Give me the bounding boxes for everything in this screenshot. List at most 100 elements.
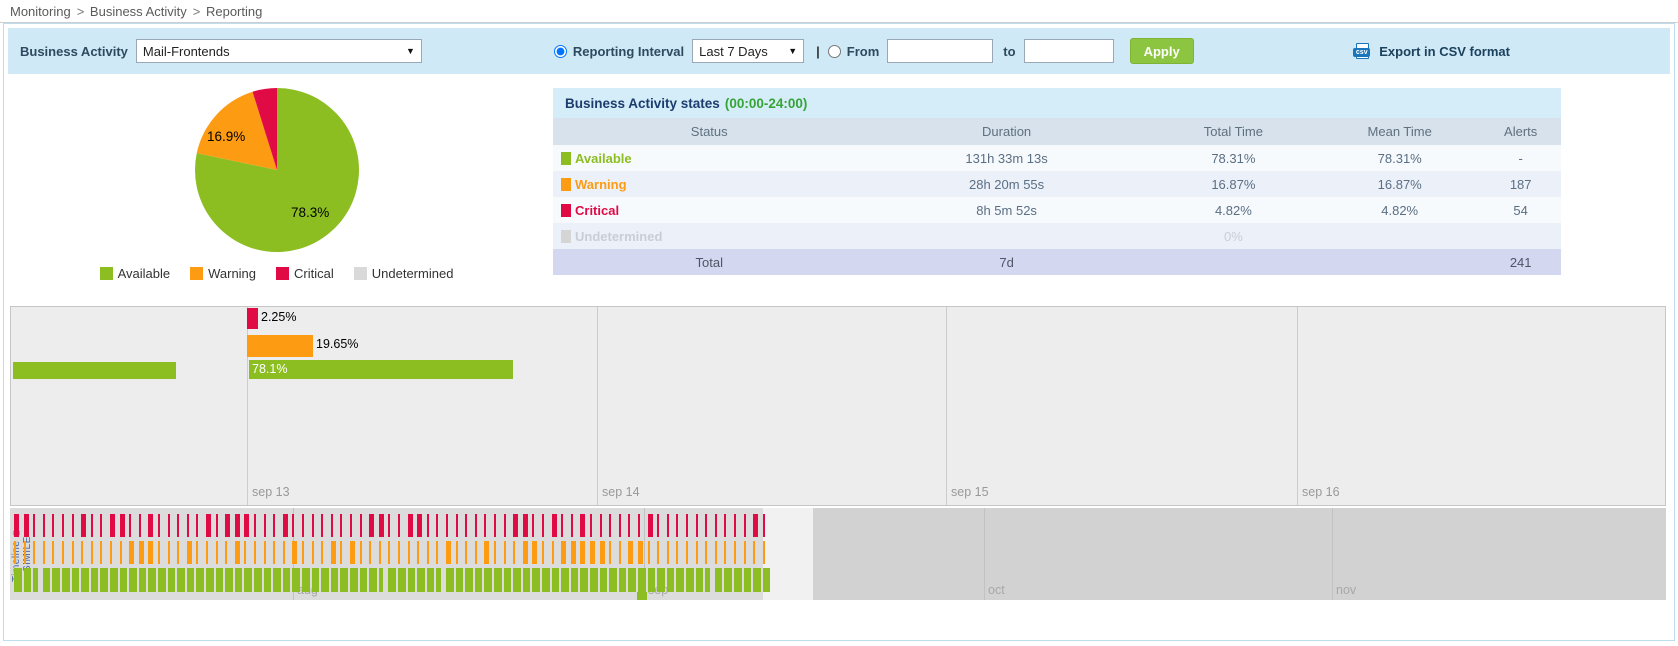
timeline-tick (542, 541, 544, 564)
timeline-tick (235, 541, 240, 564)
export-csv-button[interactable]: csv Export in CSV format (1353, 43, 1510, 59)
day-label: sep 14 (602, 485, 640, 499)
timeline-tick (264, 514, 266, 537)
pie-available-label: 78.3% (291, 205, 329, 220)
timeline-tick (91, 568, 99, 592)
timeline-tick (43, 541, 45, 564)
timeline-tick (753, 514, 758, 537)
business-activity-select[interactable]: Mail-Frontends ▼ (136, 39, 422, 63)
timeline-tick (763, 514, 765, 537)
timeline-tick (657, 541, 659, 564)
total-total-time-cell (1148, 249, 1319, 275)
timeline-tick (196, 541, 198, 564)
timeline-tick (81, 568, 89, 592)
timeline-tick (139, 568, 147, 592)
chevron-down-icon: ▼ (406, 46, 415, 56)
apply-button[interactable]: Apply (1130, 38, 1194, 64)
legend-item-critical: Critical (276, 266, 334, 281)
timeline-tick (686, 568, 694, 592)
breadcrumb-business-activity[interactable]: Business Activity (90, 4, 187, 19)
reporting-interval-radio[interactable] (554, 45, 567, 58)
pie-legend: AvailableWarningCriticalUndetermined (0, 266, 553, 281)
from-date-input[interactable] (887, 39, 993, 63)
timeline-tick (254, 514, 256, 537)
timeline-tick (744, 541, 746, 564)
timeline-window-edge (763, 508, 813, 600)
timeline-tick (484, 568, 492, 592)
timeline-tick (465, 514, 467, 537)
timeline-tick (552, 541, 554, 564)
duration-cell: 131h 33m 13s (865, 145, 1147, 171)
timeline-tick (686, 514, 688, 537)
timeline-tick (52, 568, 60, 592)
timeline-tick (456, 568, 464, 592)
timeline-tick (273, 514, 275, 537)
timeline-tick (350, 541, 355, 564)
timeline-tick (619, 541, 621, 564)
timeline-tick (638, 541, 643, 564)
timeline-tick (657, 514, 659, 537)
timeline-tick (52, 541, 54, 564)
interval-group: Reporting Interval Last 7 Days ▼ | From … (554, 38, 1194, 64)
timeline-tick (369, 568, 377, 592)
timeline-tick (465, 541, 467, 564)
timeline-tick (33, 541, 35, 564)
total-time-cell: 78.31% (1148, 145, 1319, 171)
timeline-bar-value-label: 78.1% (252, 362, 287, 376)
timeline-tick (705, 514, 707, 537)
timeline-tick (292, 541, 297, 564)
timeline-tick (763, 541, 765, 564)
timeline-tick (43, 568, 51, 592)
timeline-tick (273, 541, 275, 564)
timeline-tick (494, 514, 496, 537)
timeline-tick (744, 514, 746, 537)
timeline-tick (494, 541, 496, 564)
status-cell: Warning (553, 171, 865, 197)
breadcrumb: Monitoring> Business Activity> Reporting (0, 0, 1678, 23)
timeline-tick (360, 514, 362, 537)
timeline-bar-available-previous-interval- (13, 362, 176, 379)
timeline-tick (753, 541, 755, 564)
timeline-tick (158, 514, 160, 537)
mean-time-cell: 78.31% (1319, 145, 1480, 171)
toolbar-separator: | (816, 44, 820, 59)
states-panel-header: Business Activity states (00:00-24:00) (553, 88, 1561, 118)
timeline-tick (542, 514, 544, 537)
legend-swatch (276, 267, 289, 280)
timeline-overview-strip[interactable]: Timeline © SIMILE augsepoctnov (10, 508, 1666, 600)
reporting-interval-select[interactable]: Last 7 Days ▼ (692, 39, 804, 63)
export-csv-label: Export in CSV format (1379, 44, 1510, 59)
to-date-input[interactable] (1024, 39, 1114, 63)
timeline-tick (552, 568, 560, 592)
timeline-tick (120, 568, 128, 592)
total-mean-time-cell (1319, 249, 1480, 275)
timeline-tick (129, 541, 134, 564)
timeline-tick (552, 514, 557, 537)
timeline-tick (580, 541, 585, 564)
legend-swatch (100, 267, 113, 280)
timeline-tick (302, 568, 310, 592)
timeline-tick (590, 514, 592, 537)
timeline-tick (24, 514, 29, 537)
timeline-tick (110, 541, 112, 564)
total-label-cell: Total (553, 249, 865, 275)
breadcrumb-monitoring[interactable]: Monitoring (10, 4, 71, 19)
timeline-tick (292, 568, 300, 592)
timeline-tick (254, 541, 256, 564)
timeline-tick (475, 568, 483, 592)
timeline-tick (177, 514, 179, 537)
mean-time-cell: 4.82% (1319, 197, 1480, 223)
timeline-tick (264, 541, 266, 564)
breadcrumb-reporting[interactable]: Reporting (206, 4, 262, 19)
custom-range-radio[interactable] (828, 45, 841, 58)
timeline-tick (542, 568, 550, 592)
timeline-tick (244, 568, 252, 592)
states-row-warning: Warning28h 20m 55s16.87%16.87%187 (553, 171, 1561, 197)
timeline-tick (532, 568, 540, 592)
timeline-tick (81, 541, 83, 564)
timeline-tick (168, 514, 170, 537)
timeline-tick (504, 568, 512, 592)
timeline-tick (523, 514, 528, 537)
day-label: sep 16 (1302, 485, 1340, 499)
business-activity-selected-value: Mail-Frontends (143, 44, 230, 59)
